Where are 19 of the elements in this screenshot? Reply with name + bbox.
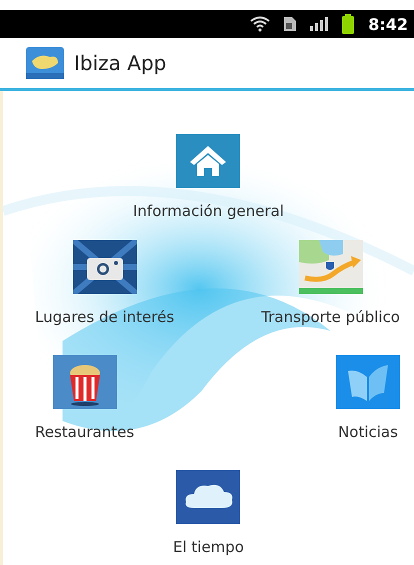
wifi-icon	[250, 16, 270, 32]
menu-item[interactable]: Restaurantes	[35, 355, 134, 470]
menu-item[interactable]: Lugares de interés	[35, 240, 174, 355]
app-logo-icon	[26, 47, 64, 79]
menu-item[interactable]: El tiempo	[172, 470, 244, 565]
battery-icon	[342, 14, 354, 34]
house-icon	[176, 134, 240, 188]
clock-time: 8:42	[368, 14, 408, 34]
sim-card-icon	[284, 17, 296, 31]
map-icon	[298, 240, 363, 294]
menu-item[interactable]: Transporte público	[261, 240, 400, 355]
app-title: Ibiza App	[74, 51, 166, 75]
camera-icon	[72, 240, 137, 294]
cloud-icon	[176, 470, 240, 524]
signal-icon	[310, 17, 328, 31]
menu-item[interactable]: Información general	[133, 134, 284, 240]
menu-item[interactable]: Noticias	[336, 355, 400, 470]
popcorn-icon	[52, 355, 117, 409]
book-icon	[336, 355, 400, 409]
